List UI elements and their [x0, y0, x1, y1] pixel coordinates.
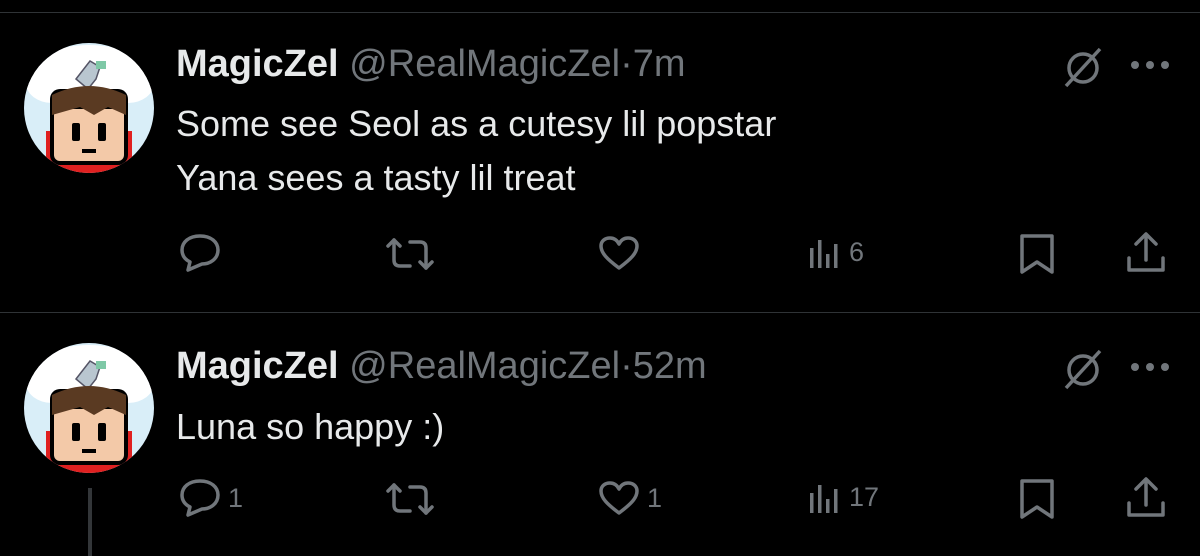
action-bar: 6 [0, 228, 1200, 278]
post-1[interactable]: MagicZel @RealMagicZel·7m Some see Seol … [0, 0, 1200, 312]
author-name[interactable]: MagicZel [176, 345, 339, 387]
separator: · [620, 43, 633, 85]
post-text-line: Yana sees a tasty lil treat [176, 157, 576, 198]
views-bars-icon [810, 485, 838, 513]
like-count: 1 [647, 482, 663, 513]
like-button[interactable]: 1 [597, 479, 662, 517]
post-header: MagicZel @RealMagicZel·7m [176, 42, 686, 86]
share-upload-icon [1127, 232, 1165, 272]
reply-bubble-icon [180, 234, 220, 272]
bookmark-icon [1020, 479, 1054, 519]
grok-slash-circle-icon[interactable] [1060, 44, 1106, 95]
share-button[interactable] [1124, 475, 1168, 519]
more-dots-icon[interactable] [1128, 360, 1172, 379]
bookmark-icon [1020, 234, 1054, 274]
thread-connector [88, 488, 92, 556]
reply-count: 1 [228, 482, 244, 513]
post-text-line: Some see Seol as a cutesy lil popstar [176, 103, 777, 144]
views-count: 17 [849, 481, 880, 512]
views-bars-icon [810, 240, 838, 268]
views-button[interactable]: 6 [807, 234, 864, 270]
bookmark-button[interactable] [1018, 232, 1056, 276]
share-button[interactable] [1124, 230, 1168, 274]
views-count: 6 [849, 236, 865, 267]
post-text: Some see Seol as a cutesy lil popstar Ya… [176, 97, 776, 205]
like-button[interactable] [597, 234, 647, 272]
share-upload-icon [1127, 477, 1165, 517]
views-button[interactable]: 17 [807, 479, 879, 515]
reply-bubble-icon [180, 479, 220, 517]
repost-button[interactable] [384, 236, 442, 272]
repost-button[interactable] [384, 481, 442, 517]
timestamp[interactable]: 7m [633, 43, 686, 85]
timestamp[interactable]: 52m [633, 345, 707, 387]
repost-icon [386, 238, 434, 270]
more-dots-icon[interactable] [1128, 58, 1172, 77]
avatar[interactable] [24, 43, 154, 173]
post-text-line: Luna so happy :) [176, 406, 445, 447]
post-text: Luna so happy :) [176, 400, 444, 454]
heart-icon [599, 236, 639, 270]
author-handle[interactable]: @RealMagicZel [349, 43, 620, 85]
action-bar: 1 1 17 [0, 473, 1200, 523]
post-header: MagicZel @RealMagicZel·52m [176, 344, 707, 388]
bookmark-button[interactable] [1018, 477, 1056, 521]
repost-icon [386, 483, 434, 515]
reply-button[interactable] [178, 232, 228, 274]
heart-icon [599, 481, 639, 515]
post-2[interactable]: MagicZel @RealMagicZel·52m Luna so happy… [0, 313, 1200, 556]
avatar[interactable] [24, 343, 154, 473]
reply-button[interactable]: 1 [178, 477, 243, 519]
separator: · [620, 345, 633, 387]
author-name[interactable]: MagicZel [176, 43, 339, 85]
author-handle[interactable]: @RealMagicZel [349, 345, 620, 387]
grok-slash-circle-icon[interactable] [1060, 346, 1106, 397]
